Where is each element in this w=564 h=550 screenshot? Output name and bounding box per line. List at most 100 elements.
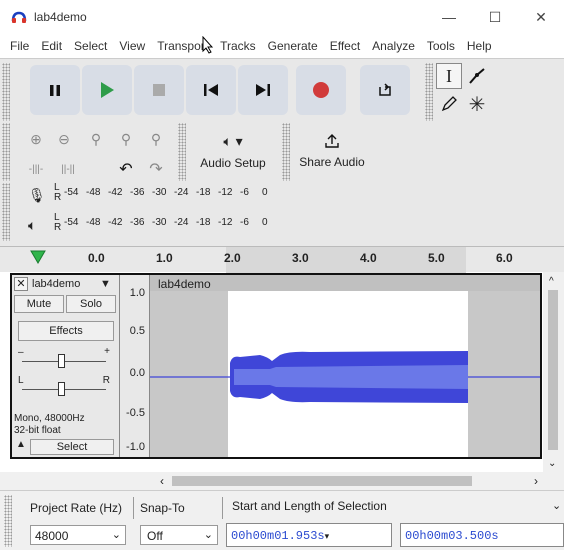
loop-button[interactable] (360, 65, 410, 115)
pan-left-label: L (18, 375, 24, 386)
fit-selection-button[interactable]: ⚲ (84, 127, 108, 151)
selection-label: Start and Length of Selection (232, 499, 387, 513)
scroll-left-icon[interactable]: ‹ (160, 474, 164, 488)
envelope-tool-button[interactable] (464, 63, 490, 89)
record-button[interactable] (296, 65, 346, 115)
ruler-tick-label: 5.0 (428, 251, 445, 265)
close-button[interactable]: ✕ (518, 0, 564, 34)
window-title: lab4demo (34, 10, 87, 24)
silence-button[interactable]: ||-|| (56, 157, 80, 181)
horizontal-scroll-thumb[interactable] (172, 476, 472, 486)
rec-meter-tick: -42 (108, 187, 123, 198)
skip-start-icon (204, 84, 218, 96)
gain-slider[interactable]: – + (18, 346, 110, 369)
project-rate-combo[interactable]: 48000 ⌄ (30, 525, 126, 545)
multi-tool-button[interactable]: ✳ (464, 91, 490, 117)
menu-file[interactable]: File (4, 34, 35, 58)
solo-button[interactable]: Solo (66, 295, 116, 313)
track-menu-dropdown-icon[interactable]: ▼ (100, 278, 111, 290)
menu-effect[interactable]: Effect (324, 34, 366, 58)
track-control-panel: ✕ lab4demo ▼ Mute Solo Effects – + L R Mo… (12, 275, 120, 457)
vertical-scrollbar[interactable]: ^ ⌄ (543, 272, 564, 472)
selection-toolbar-grip[interactable] (4, 495, 12, 547)
play-meter-tick: -18 (196, 217, 211, 228)
play-meter-tick: 0 (262, 217, 268, 228)
clip-title-bar[interactable]: lab4demo (150, 275, 540, 291)
share-toolbar-grip[interactable] (282, 123, 290, 181)
skip-to-end-button[interactable] (238, 65, 288, 115)
horizontal-scrollbar[interactable]: ‹ › (0, 472, 564, 490)
pan-slider[interactable]: L R (18, 375, 110, 396)
zoom-toggle-icon: ⚲ (150, 130, 162, 147)
snap-to-label: Snap-To (140, 501, 185, 515)
zoom-out-button[interactable]: ⊖ (52, 127, 76, 151)
menu-select[interactable]: Select (68, 34, 113, 58)
loop-icon (379, 83, 391, 96)
selection-tool-button[interactable]: I (436, 63, 462, 89)
menu-edit[interactable]: Edit (35, 34, 68, 58)
minimize-button[interactable]: — (426, 0, 472, 34)
undo-icon: ↶ (119, 161, 133, 178)
track-name-button[interactable]: lab4demo (32, 278, 80, 290)
redo-button[interactable]: ↷ (144, 157, 168, 181)
snap-to-select[interactable]: Off ⌄ (140, 525, 218, 545)
vertical-scroll-thumb[interactable] (548, 290, 558, 450)
speaker-icon[interactable]: 🔈︎ (28, 217, 36, 234)
toolbar-grip[interactable] (2, 63, 10, 121)
microphone-icon[interactable]: 🎙︎ (28, 187, 46, 204)
play-meter-tick: -36 (130, 217, 145, 228)
zoom-in-button[interactable]: ⊕ (24, 127, 48, 151)
audio-clip[interactable]: lab4demo (150, 275, 540, 457)
recording-meter[interactable]: -54 -48 -42 -36 -30 -24 -18 -12 -6 0 (64, 187, 284, 198)
menu-generate[interactable]: Generate (262, 34, 324, 58)
ruler-tick-label: 1.0 (156, 251, 173, 265)
selection-start-time[interactable]: 00h00m01.953s▾ (226, 523, 392, 547)
clip-name: lab4demo (158, 277, 211, 291)
menu-tracks[interactable]: Tracks (214, 34, 262, 58)
menu-analyze[interactable]: Analyze (366, 34, 421, 58)
stop-button[interactable] (134, 65, 184, 115)
rec-meter-tick: -12 (218, 187, 233, 198)
undo-button[interactable]: ↶ (114, 157, 138, 181)
trim-button[interactable]: -|||- (24, 157, 48, 181)
zoom-toggle-button[interactable]: ⚲ (144, 127, 168, 151)
playback-meter[interactable]: -54 -48 -42 -36 -30 -24 -18 -12 -6 0 (64, 217, 284, 228)
tools-grip[interactable] (425, 63, 433, 121)
meter-grip[interactable] (2, 183, 10, 241)
zoom-out-icon: ⊖ (58, 130, 70, 147)
setup-toolbar-grip[interactable] (178, 123, 186, 181)
draw-tool-button[interactable] (436, 91, 462, 117)
play-button[interactable] (82, 65, 132, 115)
edit-toolbar-grip[interactable] (2, 123, 10, 181)
play-meter-tick: -54 (64, 217, 79, 228)
play-meter-r-label: R (54, 222, 62, 233)
play-head-triangle-icon[interactable] (30, 250, 46, 267)
scroll-right-icon[interactable]: › (534, 474, 538, 488)
envelope-icon (469, 68, 485, 84)
pan-right-label: R (102, 375, 110, 386)
effects-button[interactable]: Effects (18, 321, 114, 341)
audio-setup-button[interactable]: 🔈︎ ▾ Audio Setup (192, 125, 274, 177)
play-meter-tick: -30 (152, 217, 167, 228)
timeline-ruler[interactable]: 0.0 1.0 2.0 3.0 4.0 5.0 6.0 (0, 246, 564, 273)
collapse-track-icon[interactable]: ▲ (14, 439, 28, 453)
selection-format-dropdown-icon[interactable]: ⌄ (552, 499, 561, 512)
share-audio-button[interactable]: Share Audio (294, 125, 370, 177)
selection-toolbar: Project Rate (Hz) Snap-To Start and Leng… (0, 490, 564, 550)
fit-project-button[interactable]: ⚲ (114, 127, 138, 151)
menu-view[interactable]: View (113, 34, 151, 58)
select-track-button[interactable]: Select (30, 439, 114, 455)
skip-to-start-button[interactable] (186, 65, 236, 115)
rec-meter-r-label: R (54, 192, 62, 203)
vertical-scale[interactable]: 1.0 0.5 0.0 -0.5 -1.0 (120, 275, 150, 457)
menu-help[interactable]: Help (461, 34, 498, 58)
selection-length-time[interactable]: 00h00m03.500s (400, 523, 564, 547)
play-meter-tick: -12 (218, 217, 233, 228)
menu-bar: File Edit Select View Transport Tracks G… (0, 34, 564, 58)
menu-tools[interactable]: Tools (421, 34, 461, 58)
mute-button[interactable]: Mute (14, 295, 64, 313)
pause-button[interactable] (30, 65, 80, 115)
maximize-button[interactable]: ☐ (472, 0, 518, 34)
record-icon (313, 82, 329, 98)
close-track-button[interactable]: ✕ (14, 277, 28, 291)
